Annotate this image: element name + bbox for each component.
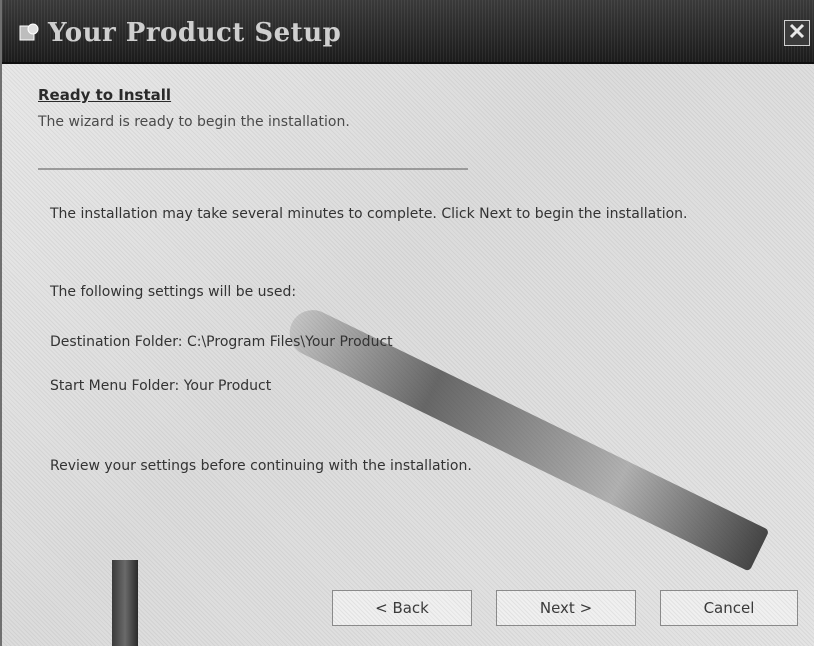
cancel-button[interactable]: Cancel [660, 590, 798, 626]
info-text: The following settings will be used: [50, 284, 297, 300]
info-text: The installation may take several minute… [50, 206, 688, 222]
title-bar[interactable]: Your Product Setup [2, 0, 814, 64]
back-button[interactable]: < Back [332, 590, 472, 626]
close-button[interactable] [784, 20, 810, 46]
window-title: Your Product Setup [48, 18, 342, 48]
separator [38, 168, 468, 170]
post-artwork [112, 560, 138, 646]
info-text: Review your settings before continuing w… [50, 458, 472, 474]
section-subheading: The wizard is ready to begin the install… [38, 114, 350, 130]
setup-icon [18, 22, 40, 44]
next-button[interactable]: Next > [496, 590, 636, 626]
info-text: Destination Folder: C:\Program Files\You… [50, 334, 393, 350]
close-icon [789, 23, 805, 43]
section-heading: Ready to Install [38, 86, 172, 104]
setup-wizard-window: Your Product Setup Ready to Install The … [0, 0, 814, 646]
info-text: Start Menu Folder: Your Product [50, 378, 272, 394]
